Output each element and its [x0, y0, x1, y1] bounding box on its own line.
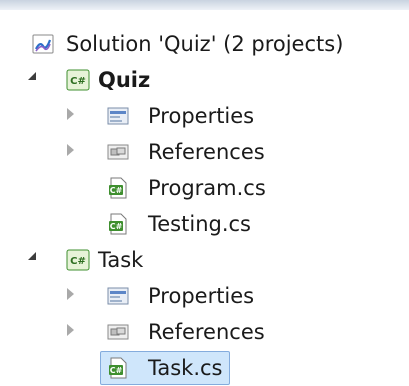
properties-label: Properties: [148, 284, 255, 308]
tree-row-references[interactable]: References: [0, 314, 409, 350]
tree-row-file[interactable]: C# Program.cs: [0, 170, 409, 206]
project-label: Quiz: [98, 68, 151, 92]
tree-row-properties[interactable]: Properties: [0, 278, 409, 314]
tree-row-properties[interactable]: Properties: [0, 98, 409, 134]
properties-label: Properties: [148, 104, 255, 128]
top-toolbar-edge: [0, 0, 409, 10]
csharp-file-icon: C#: [109, 177, 127, 199]
csharp-file-icon: C#: [109, 213, 127, 235]
collapsed-arrow-icon[interactable]: [67, 108, 74, 120]
svg-text:C#: C#: [70, 256, 86, 267]
svg-text:C#: C#: [110, 222, 123, 231]
tree-row-file[interactable]: C# Testing.cs: [0, 206, 409, 242]
solution-label: Solution 'Quiz' (2 projects): [66, 32, 344, 56]
project-label: Task: [98, 248, 144, 272]
tree-row-project-quiz[interactable]: C# Quiz: [0, 62, 409, 98]
tree-row-project-task[interactable]: C# Task: [0, 242, 409, 278]
collapsed-arrow-icon[interactable]: [67, 144, 74, 156]
svg-text:C#: C#: [70, 76, 86, 87]
expanded-arrow-icon[interactable]: [28, 252, 36, 260]
expanded-arrow-icon[interactable]: [28, 72, 36, 80]
properties-icon: [107, 107, 129, 125]
tree-row-solution[interactable]: Solution 'Quiz' (2 projects): [0, 26, 409, 62]
file-label: Task.cs: [148, 356, 223, 380]
tree-row-file-selected[interactable]: C# Task.cs: [0, 350, 409, 386]
csharp-project-icon: C#: [66, 69, 90, 91]
svg-text:C#: C#: [110, 366, 123, 375]
csharp-project-icon: C#: [66, 249, 90, 271]
references-label: References: [148, 320, 265, 344]
file-label: Testing.cs: [148, 212, 251, 236]
references-label: References: [148, 140, 265, 164]
collapsed-arrow-icon[interactable]: [67, 324, 74, 336]
solution-icon: [32, 34, 54, 54]
file-label: Program.cs: [148, 176, 266, 200]
collapsed-arrow-icon[interactable]: [67, 288, 74, 300]
properties-icon: [107, 287, 129, 305]
references-icon: [107, 324, 129, 340]
references-icon: [107, 144, 129, 160]
svg-text:C#: C#: [110, 186, 123, 195]
csharp-file-icon: C#: [109, 357, 127, 379]
tree-row-references[interactable]: References: [0, 134, 409, 170]
